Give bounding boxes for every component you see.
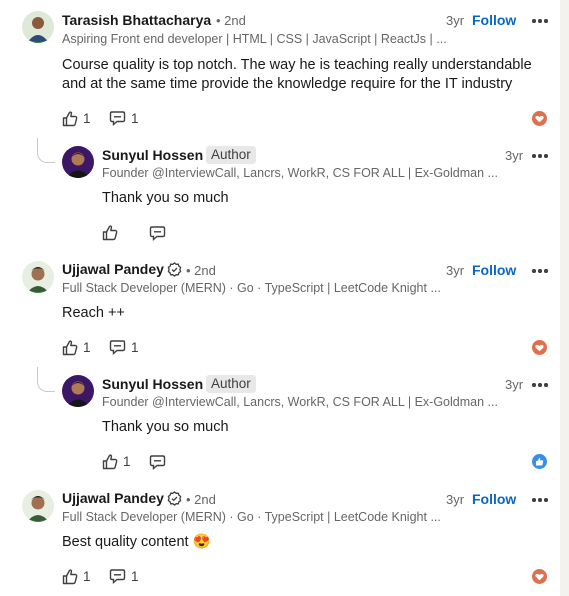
comment-text: Best quality content 😍 (62, 534, 211, 550)
reply-count: 1 (131, 339, 139, 355)
love-reaction-icon[interactable] (532, 569, 547, 584)
thumbs-up-icon (62, 339, 78, 355)
avatar[interactable] (62, 146, 94, 178)
commenter-headline: Founder @InterviewCall, Lancrs, WorkR, C… (102, 395, 497, 409)
verified-icon (167, 262, 182, 277)
follow-button[interactable]: Follow (472, 12, 516, 28)
comment-text: Course quality is top notch. The way he … (62, 57, 532, 73)
thread-connector (37, 138, 55, 163)
love-reaction-icon[interactable] (532, 111, 547, 126)
connection-degree: • 2nd (216, 13, 246, 28)
commenter-name[interactable]: Sunyul Hossen (102, 147, 203, 163)
reply-button[interactable]: 1 (109, 567, 139, 585)
commenter-headline: Full Stack Developer (MERN) · Go · TypeS… (62, 510, 441, 524)
commenter-headline: Founder @InterviewCall, Lancrs, WorkR, C… (102, 166, 497, 180)
comment-icon (109, 569, 126, 584)
more-options-icon[interactable] (530, 494, 550, 506)
like-count: 1 (83, 568, 91, 584)
thumbs-up-icon (102, 224, 118, 240)
comment-icon (109, 111, 126, 126)
like-count: 1 (123, 453, 131, 469)
thumbs-up-icon (62, 568, 78, 584)
reply-button[interactable] (149, 453, 166, 471)
avatar[interactable] (62, 375, 94, 407)
like-button[interactable]: 1 (62, 567, 91, 585)
connection-degree: • 2nd (186, 492, 216, 507)
more-options-icon[interactable] (530, 379, 550, 391)
comment-time: 3yr (446, 263, 465, 278)
author-badge: Author (206, 146, 256, 164)
more-options-icon[interactable] (530, 150, 550, 162)
more-options-icon[interactable] (530, 15, 550, 27)
comment-time: 3yr (505, 377, 524, 392)
avatar[interactable] (22, 11, 54, 43)
comment-time: 3yr (446, 492, 465, 507)
like-button[interactable]: 1 (62, 338, 91, 356)
commenter-headline: Aspiring Front end developer | HTML | CS… (62, 32, 447, 46)
commenter-name[interactable]: Tarasish Bhattacharya (62, 12, 211, 28)
comment-icon (149, 455, 166, 470)
commenter-name[interactable]: Ujjawal Pandey (62, 261, 164, 277)
reply-button[interactable]: 1 (109, 338, 139, 356)
like-button[interactable] (102, 223, 118, 241)
like-count: 1 (83, 339, 91, 355)
follow-button[interactable]: Follow (472, 491, 516, 507)
like-count: 1 (83, 110, 91, 126)
comment-text: Reach ++ (62, 305, 125, 321)
comment-time: 3yr (505, 148, 524, 163)
avatar[interactable] (22, 261, 54, 293)
commenter-name[interactable]: Ujjawal Pandey (62, 490, 164, 506)
reply-button[interactable] (149, 224, 166, 242)
reply-button[interactable]: 1 (109, 109, 139, 127)
more-options-icon[interactable] (530, 265, 550, 277)
comment-time: 3yr (446, 13, 465, 28)
comment-text: Thank you so much (102, 190, 229, 206)
reply-count: 1 (131, 110, 139, 126)
comment-text: and at the same time provide the knowled… (62, 76, 513, 92)
thread-connector (37, 367, 55, 392)
comment-text: Thank you so much (102, 419, 229, 435)
commenter-headline: Full Stack Developer (MERN) · Go · TypeS… (62, 281, 441, 295)
like-button[interactable]: 1 (102, 452, 131, 470)
commenter-name[interactable]: Sunyul Hossen (102, 376, 203, 392)
connection-degree: • 2nd (186, 263, 216, 278)
reply-count: 1 (131, 568, 139, 584)
like-button[interactable]: 1 (62, 109, 91, 127)
avatar[interactable] (22, 490, 54, 522)
comment-icon (149, 226, 166, 241)
follow-button[interactable]: Follow (472, 262, 516, 278)
thumbs-up-icon (102, 453, 118, 469)
love-reaction-icon[interactable] (532, 340, 547, 355)
author-badge: Author (206, 375, 256, 393)
thumbs-up-icon (62, 110, 78, 126)
comment-icon (109, 340, 126, 355)
like-reaction-icon[interactable] (532, 454, 547, 469)
comments-panel: Tarasish Bhattacharya • 2nd 3yr Follow A… (0, 0, 560, 596)
verified-icon (167, 491, 182, 506)
